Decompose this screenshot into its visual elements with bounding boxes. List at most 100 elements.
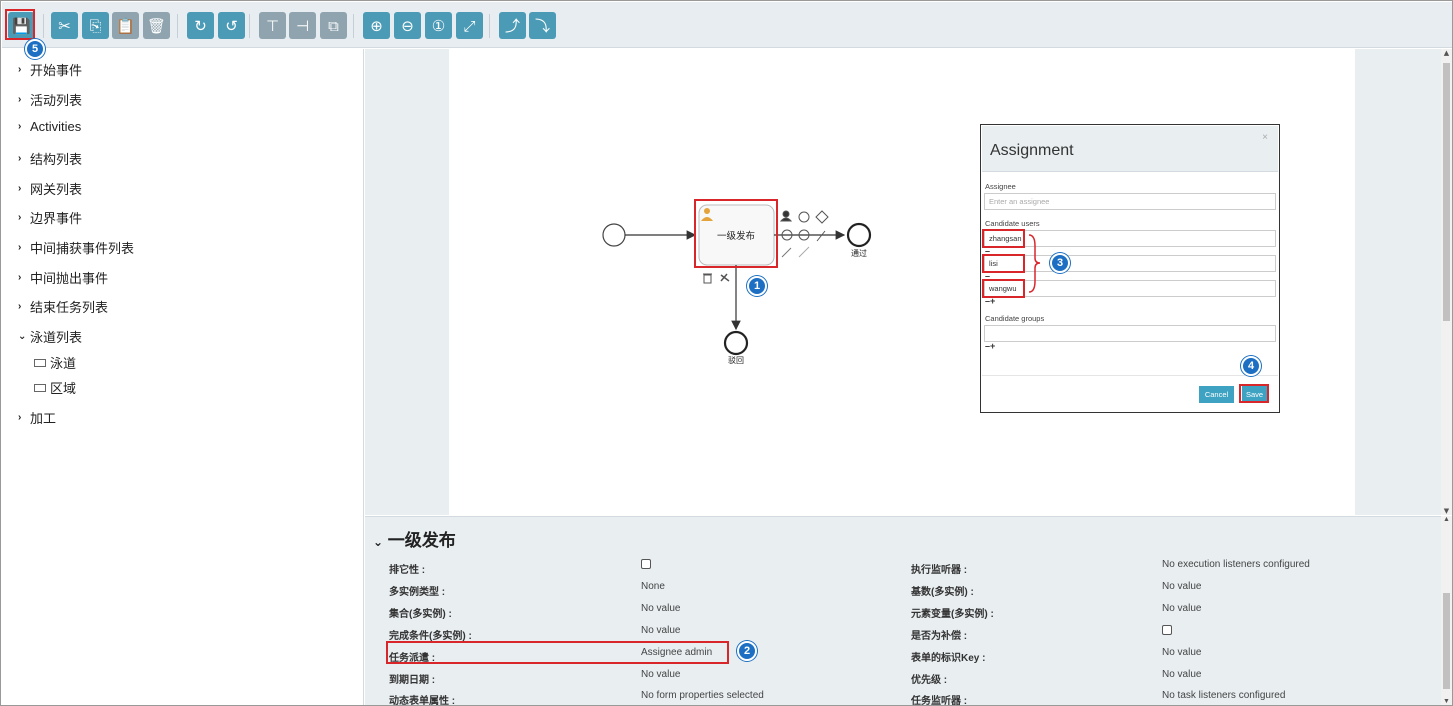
- close-icon[interactable]: ×: [1262, 132, 1268, 143]
- properties-title[interactable]: ⌄ 一级发布: [373, 526, 456, 551]
- zoom-actual-button[interactable]: ①: [425, 12, 452, 39]
- redo-icon: ↻: [194, 16, 207, 35]
- trash-icon[interactable]: [703, 274, 712, 284]
- assignment-highlight: [386, 641, 729, 664]
- cut-button[interactable]: ✂: [51, 12, 78, 39]
- canvas-scrollbar[interactable]: ▲ ▼: [1441, 49, 1452, 515]
- sidebar-item[interactable]: › 边界事件: [18, 208, 82, 227]
- save-highlight: [1239, 384, 1269, 403]
- chevron-right-icon: ›: [18, 212, 22, 223]
- property-checkbox[interactable]: [1162, 625, 1172, 635]
- dialog-header: Assignment ×: [982, 126, 1278, 172]
- property-label: 执行监听器 :: [911, 565, 968, 576]
- sidebar-item-label: 泳道列表: [30, 330, 83, 345]
- undo-icon: ↺: [225, 16, 238, 35]
- property-label: 集合(多实例) :: [389, 609, 452, 620]
- zoom-actual-icon: ①: [431, 16, 446, 35]
- zoom-fit-button[interactable]: ⤢: [456, 12, 483, 39]
- property-label: 到期日期 :: [389, 675, 436, 686]
- connect-icon[interactable]: [781, 247, 792, 258]
- property-label: 完成条件(多实例) :: [389, 631, 472, 642]
- sidebar-item-label: 开始事件: [30, 63, 83, 78]
- wrench-icon[interactable]: [720, 273, 730, 282]
- zoom-in-button[interactable]: ⊕: [363, 12, 390, 39]
- property-value[interactable]: No value: [1162, 603, 1201, 614]
- sidebar-item[interactable]: ⌄ 泳道列表: [18, 327, 82, 346]
- sidebar-item[interactable]: › 中间捕获事件列表: [18, 238, 134, 257]
- undo-button[interactable]: ↺: [218, 12, 245, 39]
- sidebar-item[interactable]: › 加工: [18, 408, 56, 427]
- redo-button[interactable]: ↻: [187, 12, 214, 39]
- align-vertical-icon: ⊤: [265, 16, 280, 35]
- property-value[interactable]: None: [641, 581, 665, 592]
- zoom-out-button[interactable]: ⊖: [394, 12, 421, 39]
- property-checkbox[interactable]: [641, 559, 651, 569]
- align-horizontal-button[interactable]: ⊣: [289, 12, 316, 39]
- sidebar-item[interactable]: › 活动列表: [18, 90, 82, 109]
- start-event[interactable]: [602, 223, 626, 247]
- delete-button[interactable]: 🗑: [143, 12, 170, 39]
- user-zhangsan-highlight: [982, 229, 1025, 248]
- sidebar-item[interactable]: › 结束任务列表: [18, 297, 108, 316]
- sidebar-item[interactable]: › 网关列表: [18, 179, 82, 198]
- sidebar-subitem[interactable]: 区域: [34, 378, 76, 397]
- canvas-scrollbar-thumb[interactable]: [1443, 63, 1450, 321]
- sidebar-item[interactable]: › 结构列表: [18, 149, 82, 168]
- paste-button[interactable]: 📋: [112, 12, 139, 39]
- properties-scrollbar-thumb[interactable]: [1443, 593, 1450, 689]
- add-end-event-icon[interactable]: [798, 211, 810, 223]
- save-button-highlight: [5, 9, 35, 40]
- property-value[interactable]: No task listeners configured: [1162, 690, 1285, 701]
- sidebar-item[interactable]: › Activities: [18, 119, 81, 134]
- sidebar-item[interactable]: › 开始事件: [18, 60, 82, 79]
- property-value[interactable]: No value: [1162, 669, 1201, 680]
- same-size-icon: ⧉: [328, 16, 339, 35]
- copy-button[interactable]: ⎘: [82, 12, 109, 39]
- assignee-input[interactable]: Enter an assignee: [984, 193, 1276, 210]
- sidebar-subitem-label: 区域: [50, 381, 77, 396]
- toolbar-separator: [43, 14, 44, 38]
- cancel-button[interactable]: Cancel: [1199, 386, 1234, 403]
- property-value[interactable]: No value: [641, 603, 680, 614]
- property-value[interactable]: No value: [641, 625, 680, 636]
- property-label: 排它性 :: [389, 565, 426, 576]
- association-icon[interactable]: [798, 246, 810, 258]
- property-label: 优先级 :: [911, 675, 948, 686]
- add-remove-group-icons[interactable]: –+: [985, 341, 995, 351]
- candidate-group-input[interactable]: [984, 325, 1276, 342]
- add-flow-icon[interactable]: [816, 230, 826, 242]
- chevron-right-icon: ›: [18, 94, 22, 105]
- property-value[interactable]: No value: [1162, 647, 1201, 658]
- sidebar-subitem[interactable]: 泳道: [34, 353, 76, 372]
- bracket-icon: [1028, 234, 1041, 293]
- property-value[interactable]: No value: [641, 669, 680, 680]
- user-wangwu-highlight: [982, 279, 1025, 298]
- remove-bendpoint-button[interactable]: ⤵: [529, 12, 556, 39]
- add-bendpoint-button[interactable]: ⤴: [499, 12, 526, 39]
- property-label: 任务监听器 :: [911, 696, 968, 706]
- property-value[interactable]: No form properties selected: [641, 690, 764, 701]
- add-user-task-icon-body: [779, 217, 793, 222]
- paste-icon: 📋: [116, 16, 135, 35]
- align-vertical-button[interactable]: ⊤: [259, 12, 286, 39]
- remove-bendpoint-icon: ⤵: [534, 17, 550, 35]
- property-value[interactable]: No execution listeners configured: [1162, 559, 1310, 570]
- sidebar-item[interactable]: › 中间抛出事件: [18, 268, 108, 287]
- zoom-fit-icon: ⤢: [463, 16, 476, 35]
- palette-sidebar: › 开始事件 › 活动列表 › Activities › 结构列表 › 网关列表 › 边界事件 › 中间捕…: [2, 49, 364, 705]
- end-event-reject[interactable]: [723, 330, 749, 356]
- chevron-down-icon: ⌄: [373, 535, 384, 549]
- region-icon: [34, 383, 46, 392]
- add-user-task-icon[interactable]: [782, 210, 790, 218]
- property-label: 动态表单属性 :: [389, 696, 456, 706]
- quick-menu: [779, 210, 829, 258]
- end-event-pass[interactable]: [846, 222, 872, 248]
- property-value[interactable]: No value: [1162, 581, 1201, 592]
- add-bendpoint-icon: ⤴: [504, 17, 520, 35]
- sidebar-item-label: 活动列表: [30, 93, 83, 108]
- sidebar-subitem-label: 泳道: [50, 356, 77, 371]
- properties-scrollbar[interactable]: ▲ ▼: [1441, 516, 1452, 705]
- same-size-button[interactable]: ⧉: [320, 12, 347, 39]
- add-gateway-icon[interactable]: [815, 210, 829, 224]
- chevron-down-icon: ⌄: [18, 331, 27, 342]
